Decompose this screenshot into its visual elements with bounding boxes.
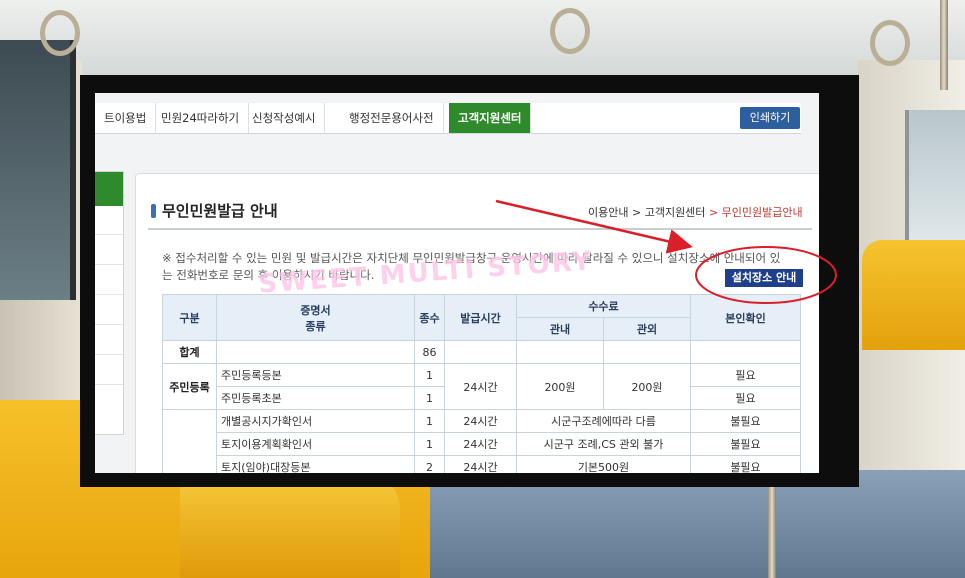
cert-hours: 24시간 <box>444 409 517 433</box>
title-bullet-icon <box>151 204 156 218</box>
col-header-hours: 발급시간 <box>444 294 517 341</box>
cert-name: 토지(임야)대장등본 <box>216 455 415 473</box>
col-header-line: 종류 <box>305 319 326 333</box>
breadcrumb-separator: > <box>708 206 719 219</box>
col-header-id-check: 본인확인 <box>690 294 801 341</box>
cert-count: 1 <box>414 432 445 456</box>
cert-name: 주민등록초본 <box>216 386 415 410</box>
cert-id-check: 필요 <box>690 363 801 387</box>
col-header-fee: 수수료 <box>516 294 691 318</box>
cert-fee: 시군구 조례,CS 관외 불가 <box>516 432 691 456</box>
sidebar-divider <box>95 234 123 235</box>
sidebar-divider <box>95 264 123 265</box>
cert-id-check: 불필요 <box>690 409 801 433</box>
table-row-total: 합계 86 <box>162 340 801 364</box>
cert-name: 개별공시지가확인서 <box>216 409 415 433</box>
table-cell <box>690 340 801 364</box>
cert-fee-in: 200원 <box>516 363 604 410</box>
hand-strap <box>870 20 910 66</box>
cert-count: 1 <box>414 409 445 433</box>
table-row: 토지이용계획확인서 1 24시간 시군구 조례,CS 관외 불가 불필요 <box>163 432 801 456</box>
cert-name: 토지이용계획확인서 <box>216 432 415 456</box>
left-window <box>0 40 76 300</box>
tab-application-examples[interactable]: 신청작성예시 <box>243 103 326 133</box>
right-window <box>905 110 965 260</box>
breadcrumb-item-usage[interactable]: 이용안내 <box>588 206 628 219</box>
cert-fee: 시군구조례에따라 다름 <box>516 409 691 433</box>
installation-location-button[interactable]: 설치장소 안내 <box>725 269 803 287</box>
cert-id-check: 불필요 <box>690 432 801 456</box>
col-header-count: 종수 <box>414 294 445 341</box>
cert-fee-out: 200원 <box>603 363 691 410</box>
breadcrumb-item-current: 무인민원발급안내 <box>721 206 803 219</box>
sidebar-divider <box>95 324 123 325</box>
total-label: 합계 <box>162 340 217 364</box>
cert-name: 주민등록등본 <box>216 363 415 387</box>
col-header-line: 증명서 <box>300 303 331 317</box>
table-cell <box>444 340 517 364</box>
col-header-category: 구분 <box>162 294 217 341</box>
table-row: 토지(임야)대장등본 2 24시간 기본500원 불필요 <box>163 455 801 473</box>
col-header-fee-in: 관내 <box>516 317 604 341</box>
cert-count: 2 <box>414 455 445 473</box>
cert-fee: 기본500원 <box>516 455 691 473</box>
table-header-row: 구분 증명서 종류 종수 발급시간 수수료 본인확인 <box>162 294 801 341</box>
tab-usage-guide[interactable]: 트이용법 <box>95 103 157 133</box>
grab-pole <box>768 480 776 578</box>
left-sidebar <box>95 171 124 435</box>
col-header-fee-out: 관외 <box>603 317 691 341</box>
tab-minwon24-walkthrough[interactable]: 민원24따라하기 <box>152 103 250 133</box>
top-navigation: 트이용법 민원24따라하기 신청작성예시 행정전문용어사전 고객지원센터 인쇄하… <box>95 103 801 134</box>
breadcrumb-item-support[interactable]: 고객지원센터 <box>645 206 706 219</box>
total-count: 86 <box>414 340 445 364</box>
yellow-seat-right <box>862 240 965 350</box>
cert-hours: 24시간 <box>444 363 517 410</box>
cert-hours: 24시간 <box>444 432 517 456</box>
sidebar-divider <box>95 354 123 355</box>
table-cell <box>516 340 604 364</box>
breadcrumb: 이용안내 > 고객지원센터 > 무인민원발급안내 <box>588 204 803 220</box>
grab-pole <box>940 0 948 90</box>
table-row: 주민등록 주민등록등본 1 24시간 200원 200원 필요 <box>162 363 801 410</box>
sidebar-header <box>95 172 123 206</box>
table-row: 개별공시지가확인서 1 24시간 시군구조례에따라 다름 불필요 <box>162 409 801 473</box>
hand-strap <box>550 8 590 54</box>
table-cell <box>603 340 691 364</box>
title-divider <box>148 228 812 230</box>
category-resident-registration: 주민등록 <box>162 363 217 410</box>
cert-count: 1 <box>414 386 445 410</box>
cert-id-check: 필요 <box>690 386 801 410</box>
sidebar-divider <box>95 294 123 295</box>
page-title: 무인민원발급 안내 <box>162 202 278 220</box>
category-land <box>162 409 217 473</box>
sidebar-divider <box>95 384 123 385</box>
col-header-cert-type: 증명서 종류 <box>216 294 415 341</box>
content-panel: 무인민원발급 안내 이용안내 > 고객지원센터 > 무인민원발급안내 ※ 접수처… <box>135 173 819 473</box>
cert-hours: 24시간 <box>444 455 517 473</box>
cert-id-check: 불필요 <box>690 455 801 473</box>
hand-strap <box>40 10 80 56</box>
table-cell <box>216 340 415 364</box>
kiosk-certificate-table: 구분 증명서 종류 종수 발급시간 수수료 본인확인 관내 관외 합계 86 주… <box>162 294 801 473</box>
breadcrumb-separator: > <box>631 206 642 219</box>
tab-admin-glossary[interactable]: 행정전문용어사전 <box>340 103 444 133</box>
print-button[interactable]: 인쇄하기 <box>740 107 800 129</box>
tab-customer-support[interactable]: 고객지원센터 <box>449 103 532 133</box>
cert-count: 1 <box>414 363 445 387</box>
